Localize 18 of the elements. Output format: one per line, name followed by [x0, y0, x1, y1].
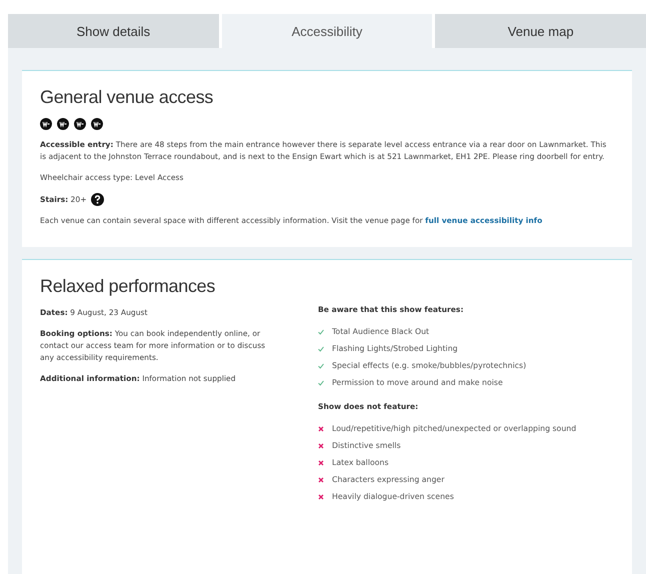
cross-icon	[318, 494, 324, 500]
check-icon	[318, 329, 324, 335]
help-icon[interactable]	[90, 193, 104, 206]
tab[interactable]: Venue map	[435, 14, 646, 48]
accessibility-symbol-icon	[57, 118, 69, 130]
check-icon	[318, 346, 324, 352]
section-title: Relaxed performances	[40, 276, 216, 297]
section-title: General venue access	[40, 87, 214, 108]
accessibility-symbol-icon	[91, 118, 103, 130]
tab[interactable]: Show details	[8, 14, 222, 48]
cross-icon	[318, 477, 324, 483]
accessibility-symbol-icon	[74, 118, 86, 130]
accessibility-symbol-icon	[40, 118, 52, 130]
cross-icon	[318, 443, 324, 449]
check-icon	[318, 363, 324, 369]
cross-icon	[318, 460, 324, 466]
check-icon	[318, 380, 324, 386]
cross-icon	[318, 426, 324, 432]
